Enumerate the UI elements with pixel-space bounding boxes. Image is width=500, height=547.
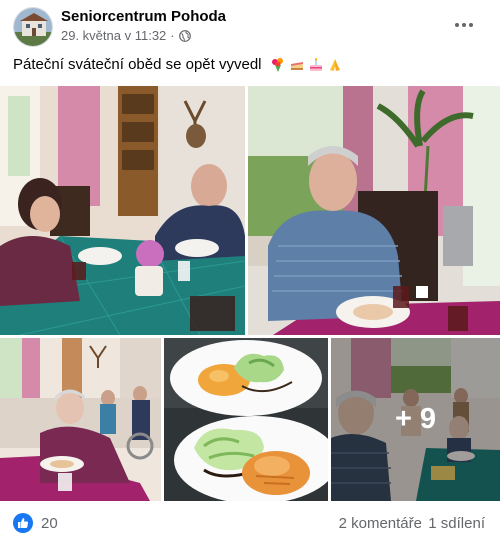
photo-gallery: + 9 [0,86,500,501]
post-footer: 20 2 komentáře 1 sdílení [0,505,500,543]
ellipsis-icon[interactable] [450,13,478,37]
photo-1[interactable] [0,86,245,335]
post-message: Páteční sváteční oběd se opět vyvedl [13,56,343,73]
photo-3[interactable] [0,338,161,501]
thumbs-up-icon[interactable] [13,513,33,533]
cake-slice-emoji [290,62,303,71]
more-photos-overlay[interactable]: + 9 [331,338,500,501]
reaction-count[interactable]: 20 [41,515,58,532]
page-avatar[interactable] [13,7,53,47]
meta-separator: · [170,28,175,43]
globe-icon [178,29,191,42]
folded-hands-emoji [329,59,340,72]
photo-5-more[interactable]: + 9 [331,338,500,501]
post-header: Seniorcentrum Pohoda 29. května v 11:32 … [0,0,500,50]
shares-count-link[interactable]: 1 sdílení [428,515,485,532]
page-name-link[interactable]: Seniorcentrum Pohoda [61,8,226,25]
photo-4[interactable] [164,338,328,501]
facebook-post: Seniorcentrum Pohoda 29. května v 11:32 … [0,0,500,547]
post-meta: 29. května v 11:32 · [61,28,191,43]
photo-2[interactable] [248,86,500,335]
post-text: Páteční sváteční oběd se opět vyvedl [13,56,262,73]
post-timestamp[interactable]: 29. května v 11:32 [61,28,166,43]
emoji-group [270,57,343,73]
birthday-cake-emoji [309,58,322,72]
bouquet-emoji [271,58,283,73]
comments-count-link[interactable]: 2 komentáře [339,515,422,532]
